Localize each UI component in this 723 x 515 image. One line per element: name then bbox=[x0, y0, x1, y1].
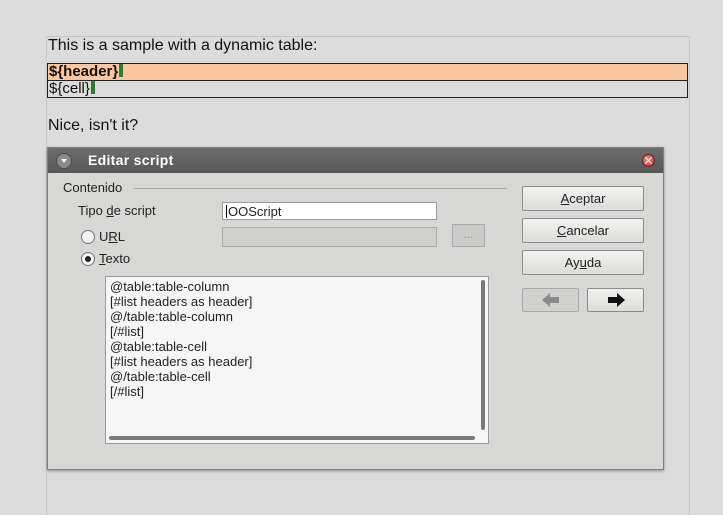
url-input[interactable] bbox=[222, 227, 437, 247]
horizontal-scrollbar[interactable] bbox=[109, 436, 475, 440]
code-line: [/#list] bbox=[110, 324, 144, 339]
table-cell-cell[interactable]: ${cell} bbox=[47, 80, 688, 98]
browse-button[interactable]: ... bbox=[452, 224, 485, 247]
next-button[interactable] bbox=[587, 288, 644, 312]
dialog-titlebar[interactable]: Editar script bbox=[48, 148, 663, 173]
url-radio[interactable] bbox=[81, 230, 95, 244]
text-radio-label[interactable]: Texto bbox=[99, 251, 130, 266]
vertical-scrollbar[interactable] bbox=[481, 280, 485, 430]
field-marker-icon bbox=[90, 81, 95, 94]
arrow-left-icon bbox=[542, 293, 559, 307]
table-row-header: ${header} bbox=[47, 63, 688, 81]
script-text-area[interactable]: @table:table-column [#list headers as he… bbox=[105, 276, 489, 444]
code-line: [#list headers as header] bbox=[110, 354, 253, 369]
field-marker-icon bbox=[119, 64, 124, 77]
url-radio-label[interactable]: URL bbox=[99, 229, 125, 244]
table-row-cell: ${cell} bbox=[47, 80, 688, 98]
help-button[interactable]: Ayuda bbox=[522, 250, 644, 275]
content-group-label: Contenido bbox=[63, 180, 123, 195]
code-line: @/table:table-column bbox=[110, 309, 234, 324]
code-line: @table:table-cell bbox=[110, 339, 208, 354]
doc-outro-text: Nice, isn't it? bbox=[48, 117, 139, 134]
dialog-title: Editar script bbox=[88, 152, 174, 168]
code-line: @/table:table-cell bbox=[110, 369, 211, 384]
code-line: [#list headers as header] bbox=[110, 294, 253, 309]
accept-button[interactable]: Aceptar bbox=[522, 186, 644, 211]
group-divider bbox=[134, 188, 507, 189]
previous-button[interactable] bbox=[522, 288, 579, 312]
chevron-down-icon[interactable] bbox=[56, 153, 72, 169]
edit-script-dialog: Editar script Contenido Tipo de script O… bbox=[47, 147, 664, 470]
table-cell-header[interactable]: ${header} bbox=[47, 63, 688, 81]
script-type-label: Tipo de script bbox=[78, 203, 156, 218]
arrow-right-icon bbox=[608, 293, 625, 307]
cancel-button[interactable]: Cancelar bbox=[522, 218, 644, 243]
code-line: [/#list] bbox=[110, 384, 144, 399]
text-radio[interactable] bbox=[81, 252, 95, 266]
code-line: @table:table-column bbox=[110, 279, 230, 294]
script-type-input[interactable]: OOScript bbox=[222, 202, 437, 220]
doc-intro-text: This is a sample with a dynamic table: bbox=[48, 37, 318, 54]
close-icon[interactable] bbox=[642, 154, 655, 167]
dynamic-table: ${header} ${cell} bbox=[47, 63, 688, 98]
